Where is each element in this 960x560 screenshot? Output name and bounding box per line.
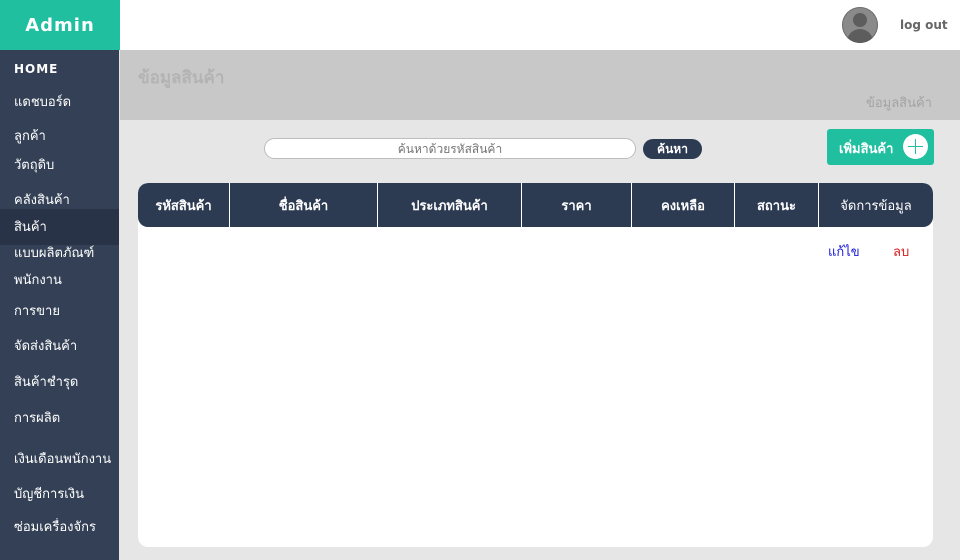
topbar: log out	[120, 0, 960, 50]
search-button[interactable]: ค้นหา	[643, 139, 702, 159]
sidebar-item-payroll[interactable]: เงินเดือนพนักงาน	[0, 450, 119, 470]
logout-link[interactable]: log out	[900, 18, 948, 32]
table-header: รหัสสินค้า ชื่อสินค้า ประเภทสินค้า ราคา …	[138, 183, 933, 227]
sidebar-item-production[interactable]: การผลิต	[0, 409, 119, 429]
page-title: ข้อมูลสินค้า	[138, 68, 225, 88]
sidebar-item-machine-repair[interactable]: ซ่อมเครื่องจักร	[0, 518, 119, 538]
search-input[interactable]	[264, 138, 636, 159]
sidebar-item-sales[interactable]: การขาย	[0, 302, 119, 322]
add-product-button[interactable]: เพิ่มสินค้า	[827, 129, 934, 165]
avatar-head	[853, 13, 867, 27]
sidebar-item-warehouse[interactable]: คลังสินค้า	[0, 191, 119, 211]
sidebar-item-accounting[interactable]: บัญชีการเงิน	[0, 485, 119, 505]
sidebar-item-damaged-products[interactable]: สินค้าชำรุด	[0, 373, 119, 393]
sidebar-item-raw-materials[interactable]: วัตถุดิบ	[0, 156, 119, 176]
products-table: รหัสสินค้า ชื่อสินค้า ประเภทสินค้า ราคา …	[138, 183, 933, 547]
column-header-price[interactable]: ราคา	[522, 183, 632, 227]
sidebar-item-dashboard[interactable]: แดชบอร์ด	[0, 93, 119, 113]
sidebar-item-products[interactable]: สินค้า	[0, 209, 119, 245]
avatar-body	[847, 29, 873, 43]
sidebar-item-product-designs[interactable]: แบบผลิตภัณฑ์	[0, 244, 119, 264]
sidebar-item-customers[interactable]: ลูกค้า	[0, 127, 119, 147]
add-product-label: เพิ่มสินค้า	[839, 142, 894, 157]
column-header-remaining[interactable]: คงเหลือ	[632, 183, 735, 227]
column-header-manage: จัดการข้อมูล	[840, 198, 912, 214]
column-header-product-code[interactable]: รหัสสินค้า	[138, 183, 230, 227]
avatar[interactable]	[842, 7, 878, 43]
page-header: ข้อมูลสินค้า ข้อมูลสินค้า	[120, 50, 960, 120]
column-header-status[interactable]: สถานะ	[735, 183, 819, 227]
sidebar-item-employees[interactable]: พนักงาน	[0, 271, 119, 291]
plus-icon	[903, 134, 928, 159]
column-header-product-name[interactable]: ชื่อสินค้า	[230, 183, 378, 227]
column-header-product-type[interactable]: ประเภทสินค้า	[378, 183, 522, 227]
sidebar: HOME แดชบอร์ด ลูกค้า วัตถุดิบ คลังสินค้า…	[0, 50, 119, 560]
sidebar-item-shipping[interactable]: จัดส่งสินค้า	[0, 337, 119, 357]
brand-logo[interactable]: Admin	[0, 0, 120, 50]
delete-link[interactable]: ลบ	[893, 241, 909, 262]
breadcrumb[interactable]: ข้อมูลสินค้า	[866, 92, 932, 113]
edit-link[interactable]: แก้ไข	[828, 241, 860, 262]
sidebar-item-home[interactable]: HOME	[0, 60, 119, 78]
